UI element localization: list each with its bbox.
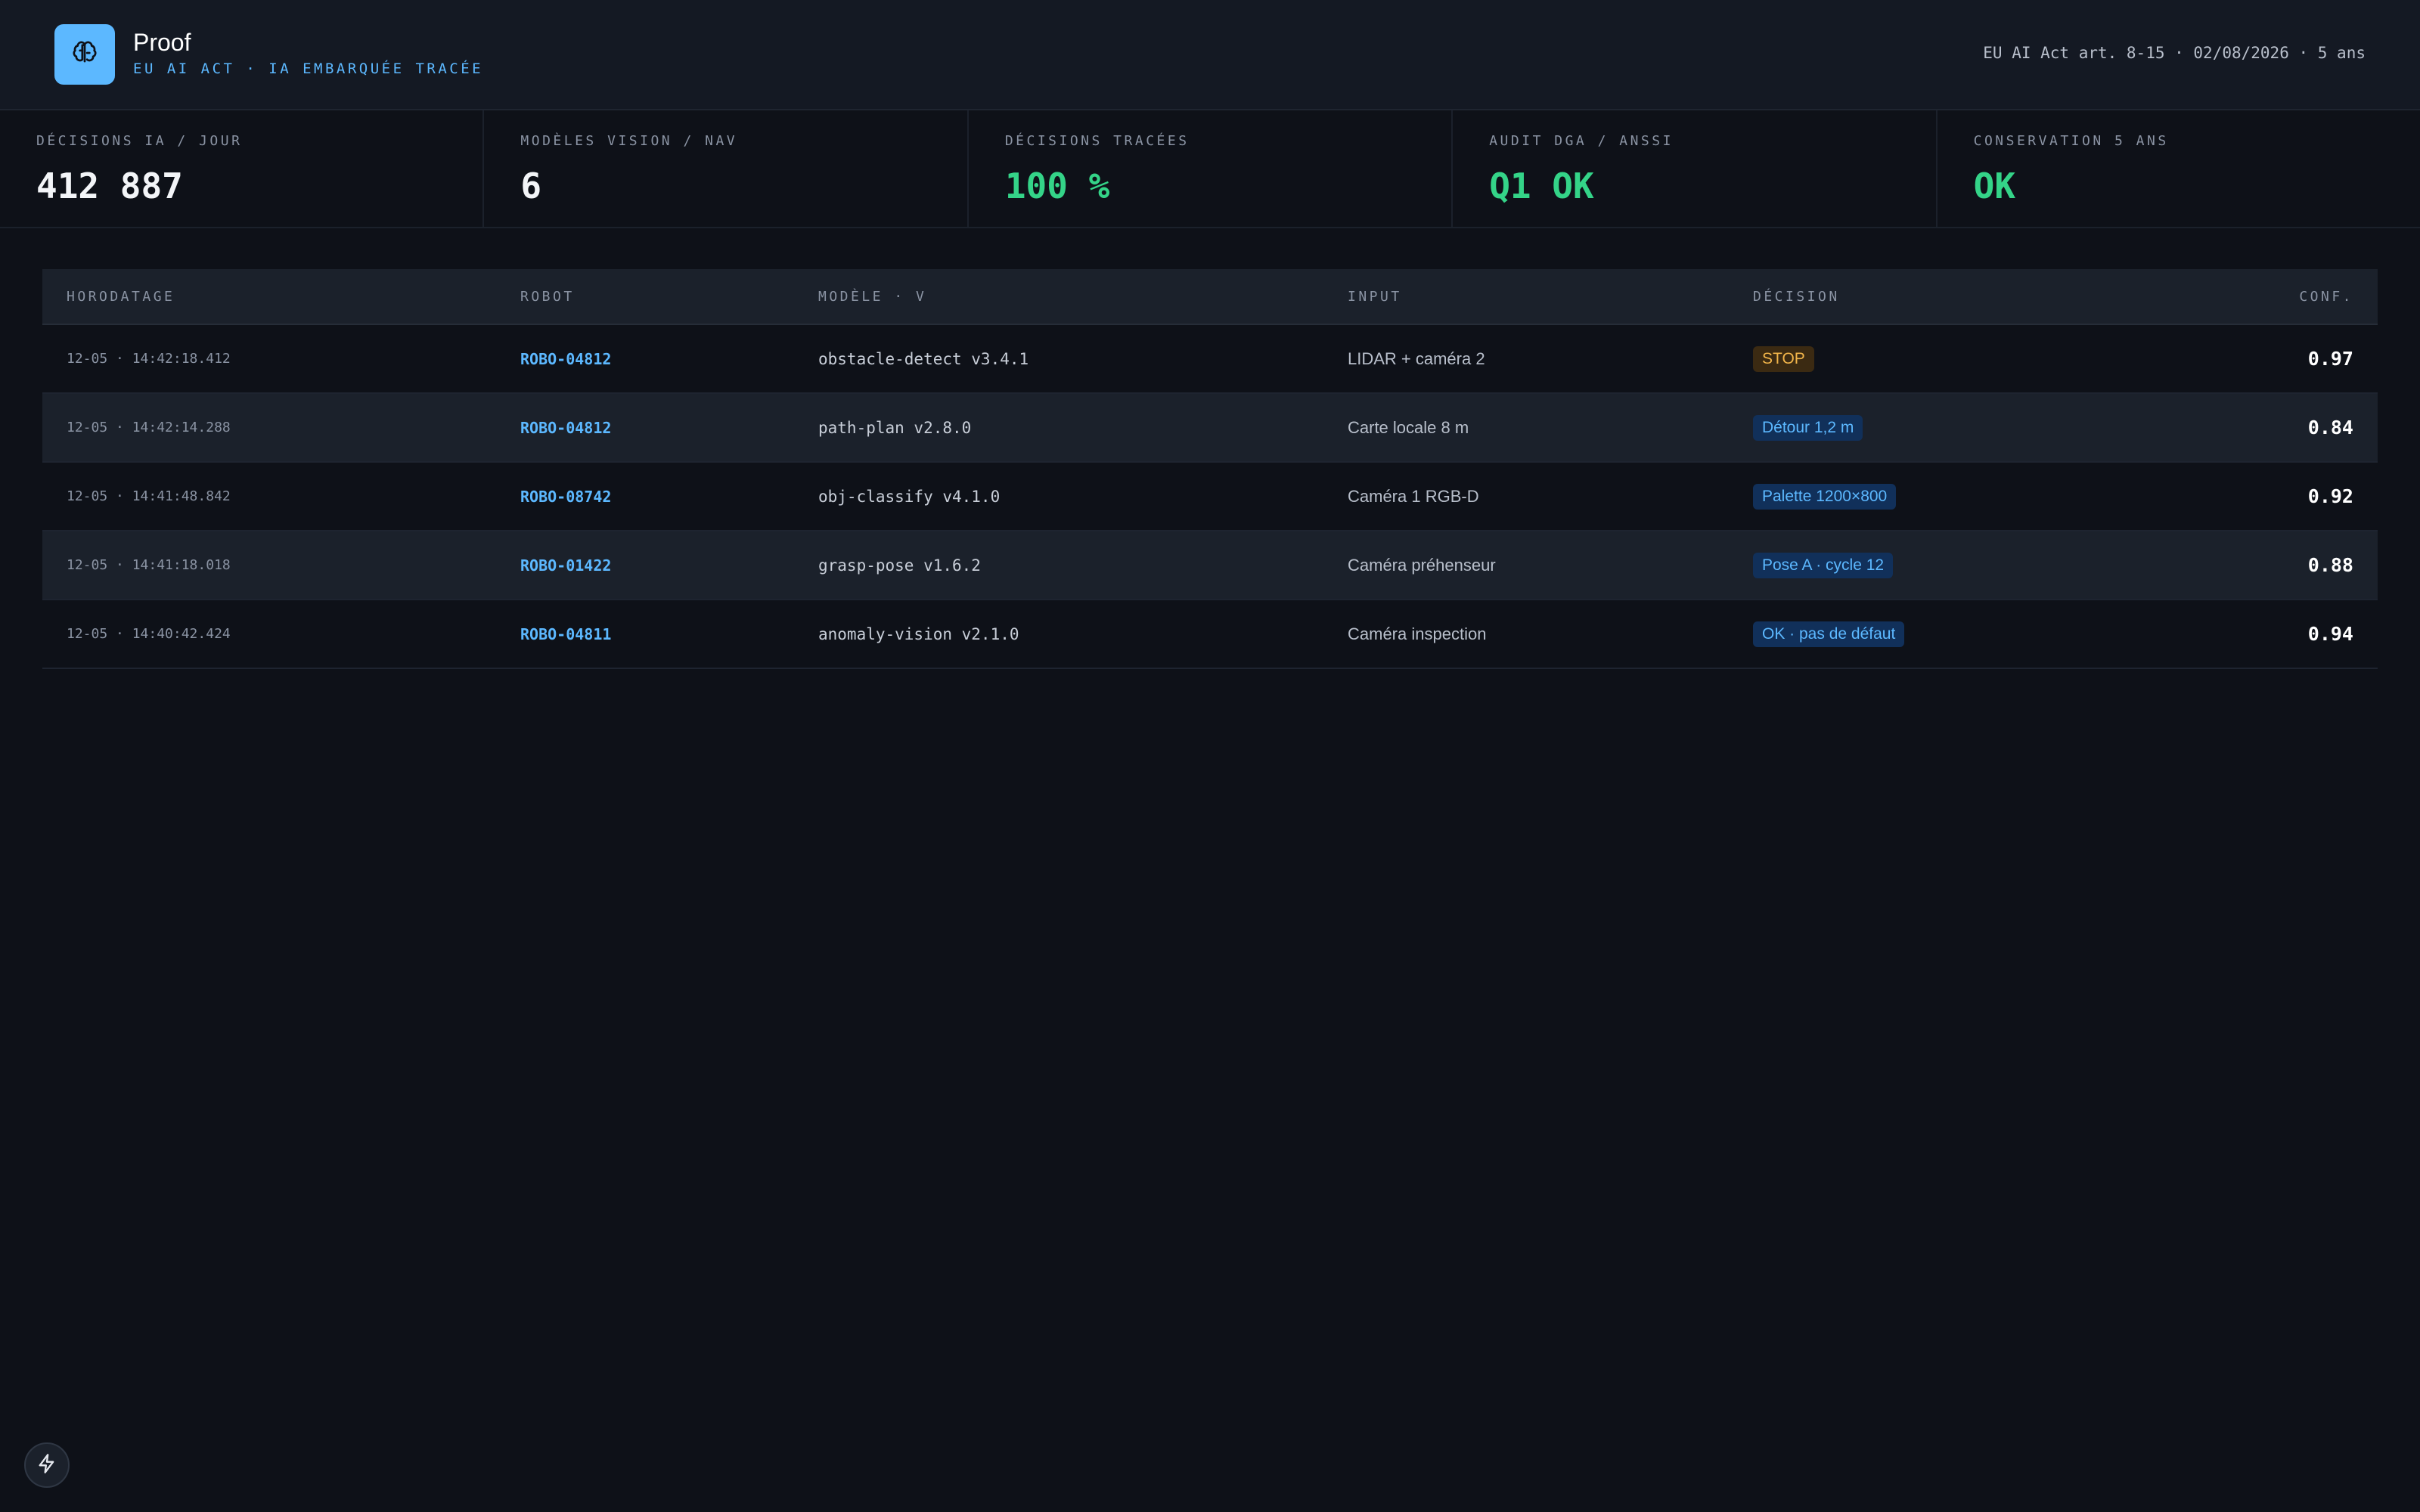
column-header-timestamp[interactable]: HORODATAGE bbox=[67, 289, 175, 305]
decision-badge: STOP bbox=[1753, 345, 1814, 372]
timestamp-cell: 12-05 · 14:42:14.288 bbox=[67, 420, 231, 435]
robot-link[interactable]: ROBO-04811 bbox=[520, 625, 611, 643]
column-header-model[interactable]: MODÈLE · V bbox=[818, 289, 926, 305]
decision-badge: Pose A · cycle 12 bbox=[1753, 552, 1894, 578]
kpi-value: 100 % bbox=[1004, 166, 1110, 206]
logo bbox=[54, 24, 115, 85]
confidence-cell: 0.88 bbox=[2307, 554, 2353, 576]
decisions-table: HORODATAGE ROBOT MODÈLE · V INPUT DÉCISI… bbox=[42, 269, 2378, 669]
column-header-confidence[interactable]: CONF. bbox=[2299, 289, 2353, 305]
table-row[interactable]: 12-05 · 14:40:42.424 ROBO-04811 anomaly-… bbox=[42, 600, 2378, 669]
confidence-cell: 0.84 bbox=[2307, 417, 2353, 438]
confidence-cell: 0.97 bbox=[2307, 348, 2353, 370]
app-subtitle: EU AI ACT · IA EMBARQUÉE TRACÉE bbox=[133, 60, 484, 77]
timestamp-cell: 12-05 · 14:41:18.018 bbox=[67, 557, 231, 573]
table-row[interactable]: 12-05 · 14:42:14.288 ROBO-04812 path-pla… bbox=[42, 394, 2378, 463]
kpi-value: OK bbox=[1973, 166, 2016, 206]
kpi-card: CONSERVATION 5 ANS OK bbox=[1938, 110, 2420, 227]
brain-icon bbox=[70, 39, 99, 71]
kpi-label: AUDIT DGA / ANSSI bbox=[1489, 133, 1674, 149]
decision-badge: OK · pas de défaut bbox=[1753, 621, 1905, 647]
table-row[interactable]: 12-05 · 14:42:18.412 ROBO-04812 obstacle… bbox=[42, 325, 2378, 394]
kpi-card: MODÈLES VISION / NAV 6 bbox=[484, 110, 969, 227]
timestamp-cell: 12-05 · 14:42:18.412 bbox=[67, 351, 231, 367]
input-cell: Carte locale 8 m bbox=[1348, 417, 1469, 437]
timestamp-cell: 12-05 · 14:41:48.842 bbox=[67, 488, 231, 504]
kpi-card: DÉCISIONS TRACÉES 100 % bbox=[969, 110, 1454, 227]
table-row[interactable]: 12-05 · 14:41:18.018 ROBO-01422 grasp-po… bbox=[42, 531, 2378, 600]
decision-badge: Palette 1200×800 bbox=[1753, 483, 1897, 510]
model-cell: anomaly-vision v2.1.0 bbox=[818, 624, 1019, 643]
robot-link[interactable]: ROBO-08742 bbox=[520, 488, 611, 506]
timestamp-cell: 12-05 · 14:40:42.424 bbox=[67, 626, 231, 642]
input-cell: Caméra inspection bbox=[1348, 624, 1487, 643]
kpi-label: DÉCISIONS IA / JOUR bbox=[36, 133, 243, 149]
robot-link[interactable]: ROBO-04812 bbox=[520, 350, 611, 368]
confidence-cell: 0.92 bbox=[2307, 485, 2353, 507]
kpi-label: MODÈLES VISION / NAV bbox=[520, 133, 738, 149]
table-header: HORODATAGE ROBOT MODÈLE · V INPUT DÉCISI… bbox=[42, 269, 2378, 325]
column-header-input[interactable]: INPUT bbox=[1348, 289, 1402, 305]
model-cell: path-plan v2.8.0 bbox=[818, 418, 972, 437]
app-name: Proof bbox=[133, 29, 191, 56]
table-row[interactable]: 12-05 · 14:41:48.842 ROBO-08742 obj-clas… bbox=[42, 463, 2378, 531]
kpi-value: 412 887 bbox=[36, 166, 183, 206]
input-cell: Caméra 1 RGB-D bbox=[1348, 486, 1479, 506]
kpi-card: DÉCISIONS IA / JOUR 412 887 bbox=[0, 110, 485, 227]
input-cell: Caméra préhenseur bbox=[1348, 555, 1496, 575]
kpi-strip: DÉCISIONS IA / JOUR 412 887 MODÈLES VISI… bbox=[0, 110, 2420, 228]
decision-badge: Détour 1,2 m bbox=[1753, 414, 1863, 441]
input-cell: LIDAR + caméra 2 bbox=[1348, 349, 1485, 368]
kpi-label: CONSERVATION 5 ANS bbox=[1973, 133, 2169, 149]
top-bar: Proof EU AI ACT · IA EMBARQUÉE TRACÉE EU… bbox=[0, 0, 2420, 110]
model-cell: grasp-pose v1.6.2 bbox=[818, 556, 981, 575]
quick-action-button[interactable] bbox=[24, 1442, 70, 1488]
model-cell: obj-classify v4.1.0 bbox=[818, 487, 1001, 506]
bolt-icon bbox=[36, 1453, 57, 1478]
robot-link[interactable]: ROBO-01422 bbox=[520, 556, 611, 575]
kpi-value: Q1 OK bbox=[1489, 166, 1594, 206]
kpi-value: 6 bbox=[520, 166, 542, 206]
kpi-label: DÉCISIONS TRACÉES bbox=[1004, 133, 1190, 149]
kpi-card: AUDIT DGA / ANSSI Q1 OK bbox=[1453, 110, 1938, 227]
confidence-cell: 0.94 bbox=[2307, 623, 2353, 645]
column-header-robot[interactable]: ROBOT bbox=[520, 289, 575, 305]
compliance-meta: EU AI Act art. 8-15 · 02/08/2026 · 5 ans bbox=[1983, 44, 2366, 62]
column-header-decision[interactable]: DÉCISION bbox=[1753, 289, 1840, 305]
robot-link[interactable]: ROBO-04812 bbox=[520, 419, 611, 437]
model-cell: obstacle-detect v3.4.1 bbox=[818, 349, 1029, 368]
